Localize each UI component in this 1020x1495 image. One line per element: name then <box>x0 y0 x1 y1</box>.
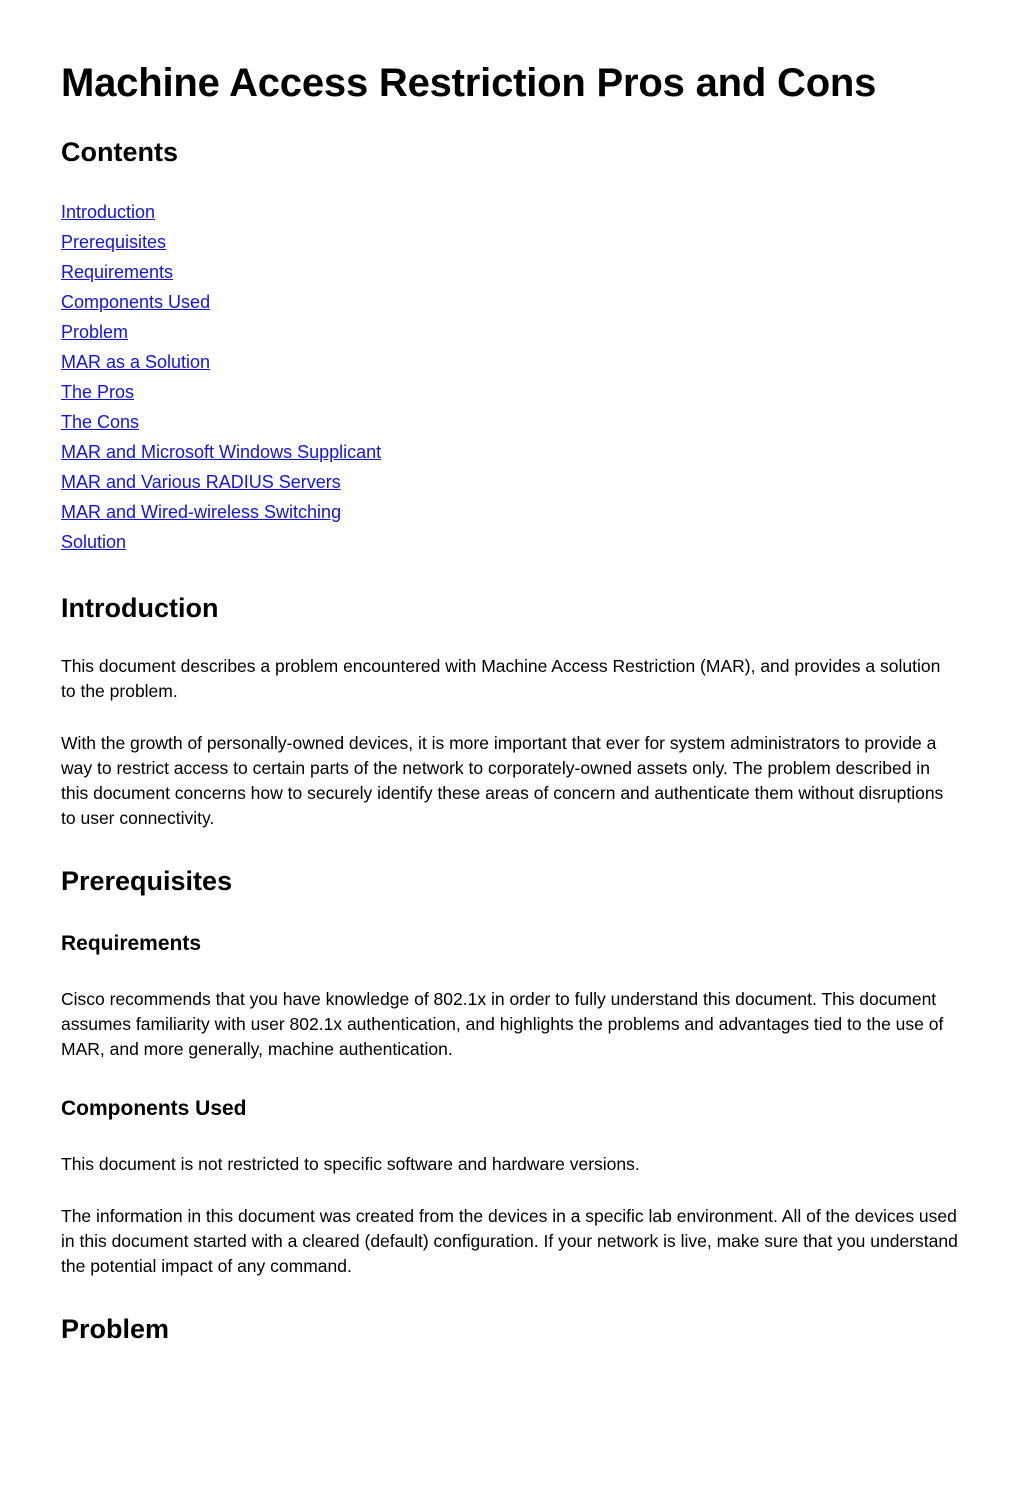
toc-link-solution[interactable]: Solution <box>61 532 126 552</box>
list-item: Requirements <box>61 258 959 288</box>
toc-link-mar-and-various-radius-servers[interactable]: MAR and Various RADIUS Servers <box>61 472 341 492</box>
list-item: Components Used <box>61 288 959 318</box>
page-title: Machine Access Restriction Pros and Cons <box>61 61 877 105</box>
toc-link-mar-and-wired-wireless-switching[interactable]: MAR and Wired-wireless Switching <box>61 502 341 522</box>
list-item: MAR and Microsoft Windows Supplicant <box>61 438 959 468</box>
list-item: Problem <box>61 318 959 348</box>
list-item: Solution <box>61 528 959 558</box>
toc-link-mar-and-microsoft-windows-supplicant[interactable]: MAR and Microsoft Windows Supplicant <box>61 442 381 462</box>
toc-link-problem[interactable]: Problem <box>61 322 128 342</box>
page-bottom-spacer <box>61 1345 959 1455</box>
list-item: Prerequisites <box>61 228 959 258</box>
list-item: The Cons <box>61 408 959 438</box>
toc-link-requirements[interactable]: Requirements <box>61 262 173 282</box>
components-used-paragraph-1: This document is not restricted to speci… <box>61 1154 640 1174</box>
toc-link-components-used[interactable]: Components Used <box>61 292 210 312</box>
components-used-heading: Components Used <box>61 1097 247 1120</box>
list-item: The Pros <box>61 378 959 408</box>
document-page: Machine Access Restriction Pros and Cons… <box>0 0 1020 1495</box>
toc-link-prerequisites[interactable]: Prerequisites <box>61 232 166 252</box>
requirements-heading: Requirements <box>61 932 202 955</box>
contents-heading: Contents <box>61 137 178 167</box>
introduction-paragraph-1: This document describes a problem encoun… <box>61 656 941 701</box>
toc-link-introduction[interactable]: Introduction <box>61 202 155 222</box>
prerequisites-heading: Prerequisites <box>61 866 233 896</box>
toc-link-the-pros[interactable]: The Pros <box>61 382 134 402</box>
introduction-paragraph-2: With the growth of personally-owned devi… <box>61 733 944 828</box>
list-item: MAR and Various RADIUS Servers <box>61 468 959 498</box>
toc-link-the-cons[interactable]: The Cons <box>61 412 139 432</box>
table-of-contents: Introduction Prerequisites Requirements … <box>61 198 959 558</box>
introduction-heading: Introduction <box>61 593 219 623</box>
toc-link-mar-as-a-solution[interactable]: MAR as a Solution <box>61 352 210 372</box>
list-item: MAR and Wired-wireless Switching <box>61 498 959 528</box>
problem-heading: Problem <box>61 1314 170 1344</box>
components-used-paragraph-2: The information in this document was cre… <box>61 1206 958 1276</box>
list-item: Introduction <box>61 198 959 228</box>
list-item: MAR as a Solution <box>61 348 959 378</box>
requirements-paragraph: Cisco recommends that you have knowledge… <box>61 989 944 1059</box>
